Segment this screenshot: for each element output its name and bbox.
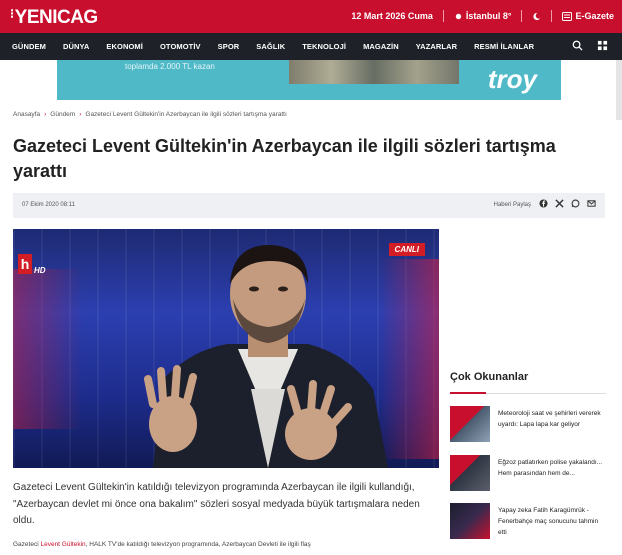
nav-item-spor[interactable]: SPOR <box>218 42 240 51</box>
breadcrumb-home[interactable]: Anasayfa <box>13 111 40 118</box>
breadcrumb: Anasayfa › Gündem › Gazeteci Levent Gült… <box>13 111 287 118</box>
channel-logo: h <box>18 254 32 274</box>
banner-text: toplamda 2.000 TL kazan <box>125 62 215 71</box>
ad-banner[interactable]: toplamda 2.000 TL kazan troy <box>57 60 561 100</box>
banner-brand: troy <box>487 64 537 94</box>
nav-item-magazin[interactable]: MAGAZİN <box>363 42 399 51</box>
nav-item-teknoloji[interactable]: TEKNOLOJİ <box>302 42 346 51</box>
newspaper-icon <box>562 11 573 21</box>
article-lead: Gazeteci Levent Gültekin'in katıldığı te… <box>13 482 420 526</box>
top-header: ⁝YENICAG 12 Mart 2026 Cuma İstanbul 8° E… <box>0 0 622 33</box>
author-link[interactable]: Levent Gültekin <box>40 541 85 548</box>
egazete-link[interactable]: E-Gazete <box>562 11 614 21</box>
article-body: Gazeteci Levent Gültekin, HALK TV'de kat… <box>13 541 311 548</box>
header-date: 12 Mart 2026 Cuma <box>351 11 433 21</box>
article-video[interactable]: h HD CANLI <box>13 229 439 468</box>
article-meta-bar: 07 Ekim 2020 08:11 Haberi Paylaş <box>13 193 605 218</box>
weather-widget[interactable]: İstanbul 8° <box>454 11 511 21</box>
banner-products-image <box>289 60 459 84</box>
popular-item-title: Eğzoz patlatırken polise yakalandı... He… <box>498 459 603 477</box>
presenter-image <box>144 244 388 468</box>
site-logo[interactable]: ⁝YENICAG <box>10 6 98 29</box>
channel-hd-label: HD <box>34 266 46 275</box>
article-title: Gazeteci Levent Gültekin'in Azerbaycan i… <box>13 136 556 181</box>
search-icon[interactable] <box>572 40 583 51</box>
nav-item-yazarlar[interactable]: YAZARLAR <box>416 42 457 51</box>
nav-item-ekonomi[interactable]: EKONOMİ <box>106 42 143 51</box>
menu-icon[interactable] <box>597 40 608 51</box>
breadcrumb-separator-icon: › <box>44 111 47 118</box>
side-ad-strip <box>616 60 622 120</box>
nav-item-dunya[interactable]: DÜNYA <box>63 42 89 51</box>
nav-item-saglik[interactable]: SAĞLIK <box>256 42 285 51</box>
popular-divider <box>450 392 606 394</box>
popular-item-title: Meteoroloji saat ve şehirleri vererek uy… <box>498 410 601 428</box>
weather-icon <box>455 13 462 19</box>
popular-item-title: Yapay zeka Fatih Karagümrük - Fenerbahçe… <box>498 507 599 536</box>
article-date: 07 Ekim 2020 08:11 <box>22 202 75 208</box>
main-nav: GÜNDEM DÜNYA EKONOMİ OTOMOTİV SPOR SAĞLI… <box>0 33 622 60</box>
popular-heading: Çok Okunanlar <box>450 371 529 383</box>
popular-thumbnail <box>450 406 490 442</box>
x-twitter-icon[interactable] <box>555 199 564 208</box>
popular-thumbnail <box>450 455 490 491</box>
nav-item-resmi-ilanlar[interactable]: RESMİ İLANLAR <box>474 42 534 51</box>
popular-thumbnail <box>450 503 490 539</box>
whatsapp-icon[interactable] <box>571 199 580 208</box>
breadcrumb-gundem[interactable]: Gündem <box>50 111 75 118</box>
popular-item[interactable]: Yapay zeka Fatih Karagümrük - Fenerbahçe… <box>450 503 610 541</box>
nav-item-otomotiv[interactable]: OTOMOTİV <box>160 42 201 51</box>
popular-item[interactable]: Eğzoz patlatırken polise yakalandı... He… <box>450 455 610 493</box>
email-icon[interactable] <box>587 199 596 208</box>
nav-item-gundem[interactable]: GÜNDEM <box>12 42 46 51</box>
breadcrumb-separator-icon: › <box>79 111 82 118</box>
dark-mode-icon[interactable] <box>532 12 541 21</box>
share-label: Haberi Paylaş <box>493 202 531 208</box>
breadcrumb-current: Gazeteci Levent Gültekin'in Azerbaycan i… <box>85 111 287 118</box>
facebook-icon[interactable] <box>539 199 548 208</box>
popular-item[interactable]: Meteoroloji saat ve şehirleri vererek uy… <box>450 406 610 444</box>
